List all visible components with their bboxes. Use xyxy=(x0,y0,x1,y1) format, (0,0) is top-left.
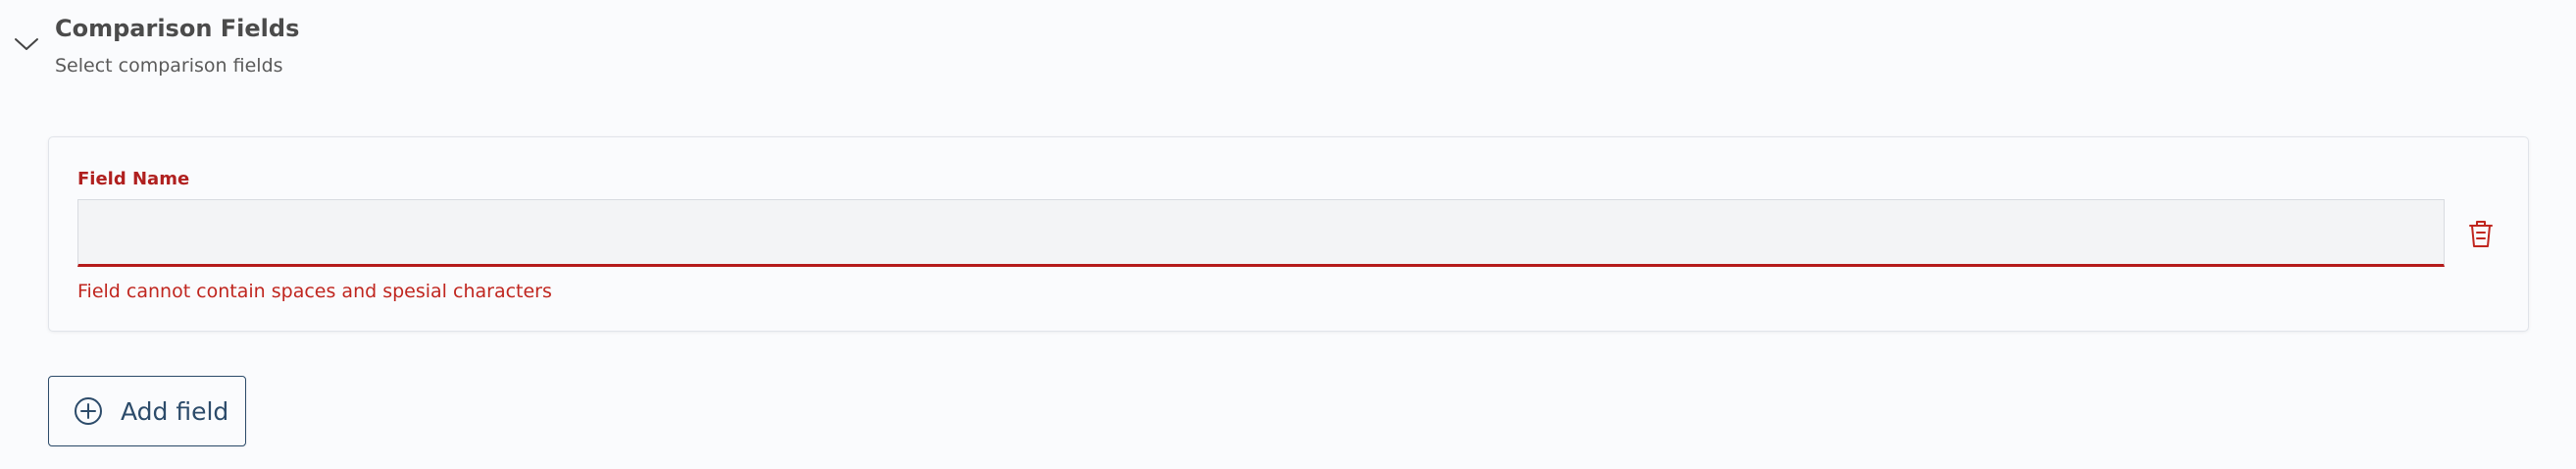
add-field-label: Add field xyxy=(121,396,229,426)
plus-circle-icon xyxy=(74,396,103,426)
field-name-input[interactable] xyxy=(77,199,2445,267)
section-subtitle: Select comparison fields xyxy=(55,55,283,77)
section-title: Comparison Fields xyxy=(55,15,300,42)
delete-field-button[interactable] xyxy=(2463,215,2499,254)
field-error-message: Field cannot contain spaces and spesial … xyxy=(77,281,552,302)
add-field-button[interactable]: Add field xyxy=(48,376,246,446)
trash-icon xyxy=(2467,218,2495,252)
field-name-label: Field Name xyxy=(77,169,190,189)
chevron-down-icon[interactable] xyxy=(13,33,40,55)
comparison-fields-section-header[interactable]: Comparison Fields Select comparison fiel… xyxy=(0,0,2576,108)
comparison-field-card: Field Name Field cannot contain spaces a… xyxy=(48,136,2529,332)
